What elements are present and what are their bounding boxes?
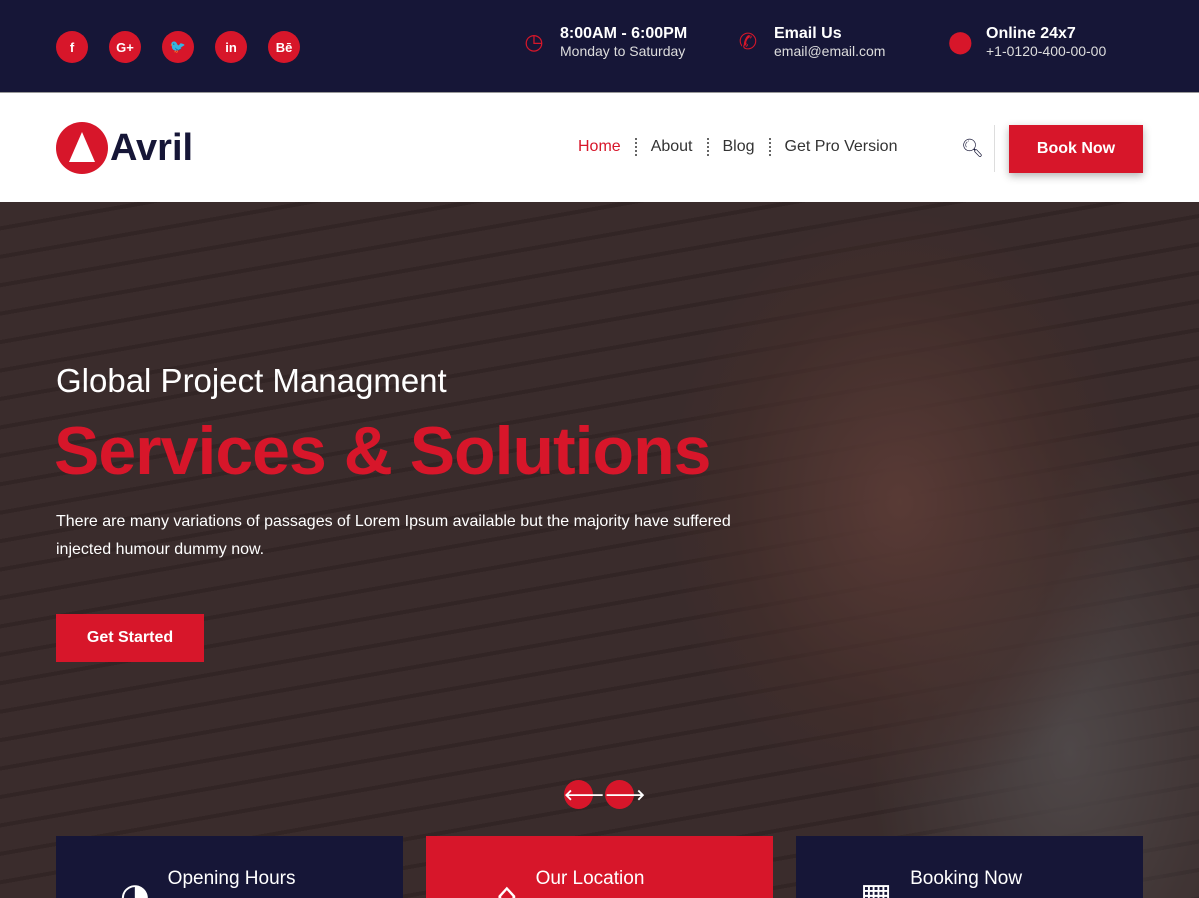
behance-icon[interactable]: Bē <box>268 31 300 63</box>
hours-info: ◷ 8:00AM - 6:00PM Monday to Saturday <box>522 25 687 59</box>
divider <box>994 125 995 172</box>
card-our-location[interactable]: ⌂ Our Location <box>426 836 773 898</box>
email-title: Email Us <box>774 25 842 42</box>
card-title: Booking Now <box>910 868 1023 889</box>
location-pin-icon: ⬤ <box>948 29 973 55</box>
slider-controls: 🡐 🡒 <box>564 780 645 809</box>
search-icon[interactable]: 🔍︎ <box>961 138 984 159</box>
phone-number[interactable]: +1-0120-400-00-00 <box>986 43 1106 59</box>
linkedin-icon[interactable]: in <box>215 31 247 63</box>
google-plus-icon[interactable]: G+ <box>109 31 141 63</box>
card-title: Our Location <box>535 868 645 889</box>
home-icon: ⌂ <box>496 876 518 898</box>
phone-icon: ✆ <box>738 29 758 55</box>
nav-home[interactable]: Home <box>578 138 635 156</box>
hours-sub: Monday to Saturday <box>560 43 686 59</box>
calendar-icon: ▦ <box>860 876 893 898</box>
top-bar: f G+ 🐦 in Bē ◷ 8:00AM - 6:00PM Monday to … <box>0 0 1199 93</box>
clock-icon: ◔ <box>120 876 150 898</box>
card-title: Opening Hours <box>167 868 296 889</box>
nav-menu: Home About Blog Get Pro Version <box>578 138 911 156</box>
nav-blog[interactable]: Blog <box>706 138 769 156</box>
hero-subtitle: Global Project Managment <box>56 362 447 399</box>
arrow-right-icon[interactable]: 🡒 <box>605 780 645 809</box>
clock-icon: ◷ <box>524 29 544 55</box>
nav-get-pro[interactable]: Get Pro Version <box>768 138 912 156</box>
get-started-button[interactable]: Get Started <box>56 614 204 662</box>
book-now-button[interactable]: Book Now <box>1009 125 1143 173</box>
hours-title: 8:00AM - 6:00PM <box>560 25 688 42</box>
logo-text: Avril <box>110 126 194 169</box>
hero-text: There are many variations of passages of… <box>56 513 731 558</box>
email-address[interactable]: email@email.com <box>774 43 885 59</box>
logo-icon <box>56 122 108 174</box>
online-info: ⬤ Online 24x7 +1-0120-400-00-00 <box>948 25 1106 59</box>
card-booking-now[interactable]: ▦ Booking Now <box>796 836 1143 898</box>
social-links: f G+ 🐦 in Bē <box>56 31 300 63</box>
nav-about[interactable]: About <box>634 138 707 156</box>
hero-slider: Global Project Managment Services & Solu… <box>0 202 1199 898</box>
twitter-icon[interactable]: 🐦 <box>162 31 194 63</box>
facebook-icon[interactable]: f <box>56 31 88 63</box>
email-info: ✆ Email Us email@email.com <box>736 25 886 59</box>
card-opening-hours[interactable]: ◔ Opening Hours <box>56 836 403 898</box>
hero-title: Services & Solutions <box>54 413 711 489</box>
logo[interactable]: Avril <box>56 122 193 174</box>
online-title: Online 24x7 <box>986 25 1076 42</box>
arrow-left-icon[interactable]: 🡐 <box>564 780 604 809</box>
